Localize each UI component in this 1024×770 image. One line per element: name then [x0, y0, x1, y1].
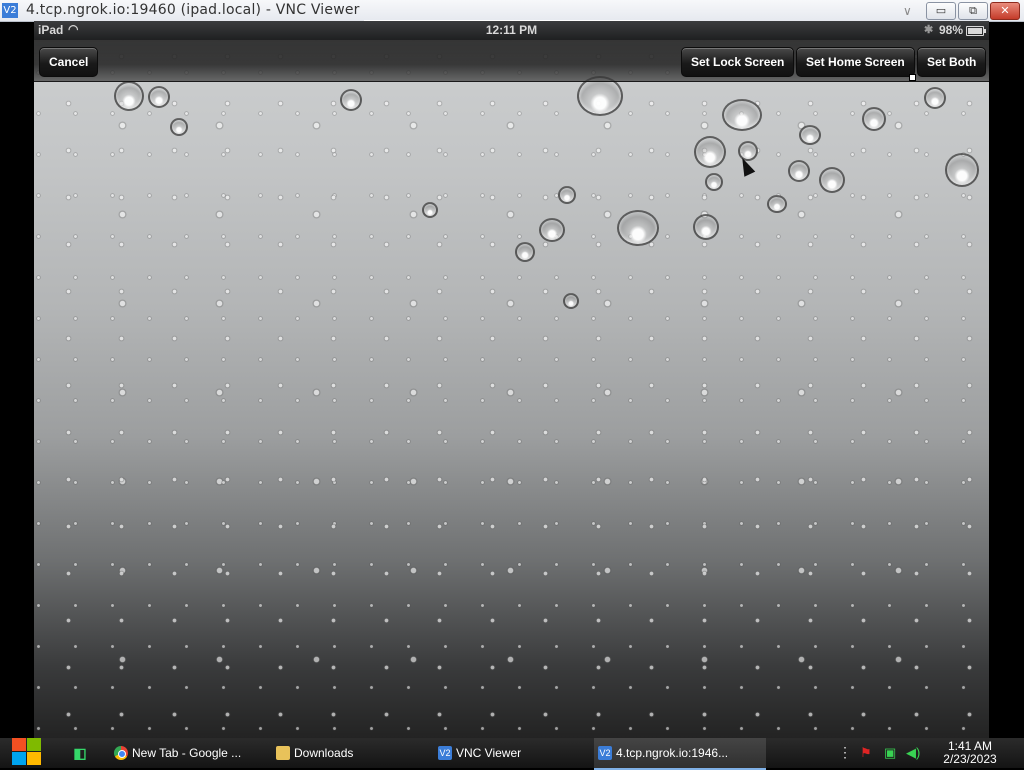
water-drop: [722, 99, 762, 131]
taskbar-item-label: 4.tcp.ngrok.io:1946...: [616, 746, 729, 760]
ipad-status-bar: iPad ◠ 12:11 PM ✱ 98%: [34, 21, 989, 40]
water-drop: [170, 118, 188, 136]
battery-icon: [966, 26, 986, 36]
taskbar-item-label: New Tab - Google ...: [132, 746, 242, 760]
water-drop: [693, 214, 719, 240]
water-drop: [340, 89, 362, 111]
water-drop: [563, 293, 579, 309]
signal-icon: ∨: [903, 4, 912, 18]
water-drop: [694, 136, 726, 168]
tray-overflow-icon[interactable]: ⋮: [838, 744, 852, 761]
close-button[interactable]: ✕: [990, 2, 1020, 20]
wallpaper-toolbar: Cancel Set Lock Screen Set Home Screen S…: [34, 40, 989, 82]
taskbar-item-vnc-session[interactable]: V2 4.tcp.ngrok.io:1946...: [594, 738, 766, 770]
water-drop: [539, 218, 565, 242]
battery-percent: 98%: [939, 23, 964, 37]
start-button[interactable]: [10, 738, 42, 768]
water-drop: [862, 107, 886, 131]
water-drop: [148, 86, 170, 108]
ipad-screen[interactable]: iPad ◠ 12:11 PM ✱ 98% Cancel Set Lock Sc…: [34, 21, 989, 738]
taskbar-clock[interactable]: 1:41 AM 2/23/2023: [930, 740, 1010, 766]
vnc-icon: V2: [438, 746, 452, 760]
water-drop: [114, 81, 144, 111]
selection-handle: [909, 74, 916, 81]
vnc-app-icon[interactable]: V2: [2, 3, 18, 18]
set-home-screen-button[interactable]: Set Home Screen: [796, 47, 915, 77]
clock-date: 2/23/2023: [943, 752, 997, 766]
water-drop: [558, 186, 576, 204]
water-drop: [788, 160, 810, 182]
volume-icon[interactable]: ◀): [906, 745, 920, 761]
water-drop: [819, 167, 845, 193]
cancel-button[interactable]: Cancel: [39, 47, 99, 77]
start-logo-tile: [12, 738, 26, 751]
taskbar-item-label: Downloads: [294, 746, 354, 760]
taskbar-item-downloads[interactable]: Downloads: [272, 738, 449, 768]
network-icon[interactable]: ▣: [884, 745, 896, 761]
set-both-button[interactable]: Set Both: [917, 47, 987, 77]
water-drop: [515, 242, 535, 262]
restore-button[interactable]: ⧉: [958, 2, 988, 20]
battery-level-fill: [968, 28, 982, 34]
water-drop: [799, 125, 821, 145]
water-drop: [767, 195, 787, 213]
water-drop: [924, 87, 946, 109]
water-drop: [577, 76, 623, 116]
windows-taskbar: ◧ New Tab - Google ... Downloads V2 VNC …: [0, 738, 1024, 770]
taskbar-item-chrome[interactable]: New Tab - Google ...: [110, 738, 287, 768]
minimize-button[interactable]: ▭: [926, 2, 956, 20]
water-drop: [705, 173, 723, 191]
water-drop: [422, 202, 438, 218]
vnc-icon: V2: [598, 746, 612, 760]
bluetooth-icon: ✱: [924, 24, 934, 36]
taskbar-item-vnc-viewer[interactable]: V2 VNC Viewer: [434, 738, 611, 768]
start-logo-tile: [27, 752, 41, 765]
chrome-icon: [114, 746, 128, 760]
window-title: 4.tcp.ngrok.io:19460 (ipad.local) - VNC …: [26, 2, 360, 18]
taskbar-item-label: VNC Viewer: [456, 746, 522, 760]
status-time: 12:11 PM: [485, 23, 538, 37]
start-logo-tile: [12, 752, 26, 765]
pinned-app-icon[interactable]: ◧: [70, 743, 90, 763]
flag-icon[interactable]: ⚑: [860, 745, 872, 761]
water-drop: [945, 153, 979, 187]
folder-icon: [276, 746, 290, 760]
start-logo-tile: [27, 738, 41, 751]
set-lock-screen-button[interactable]: Set Lock Screen: [681, 47, 795, 77]
water-drop: [617, 210, 659, 246]
vnc-window-titlebar: V2 4.tcp.ngrok.io:19460 (ipad.local) - V…: [0, 0, 1024, 23]
battery-tip: [984, 29, 986, 33]
